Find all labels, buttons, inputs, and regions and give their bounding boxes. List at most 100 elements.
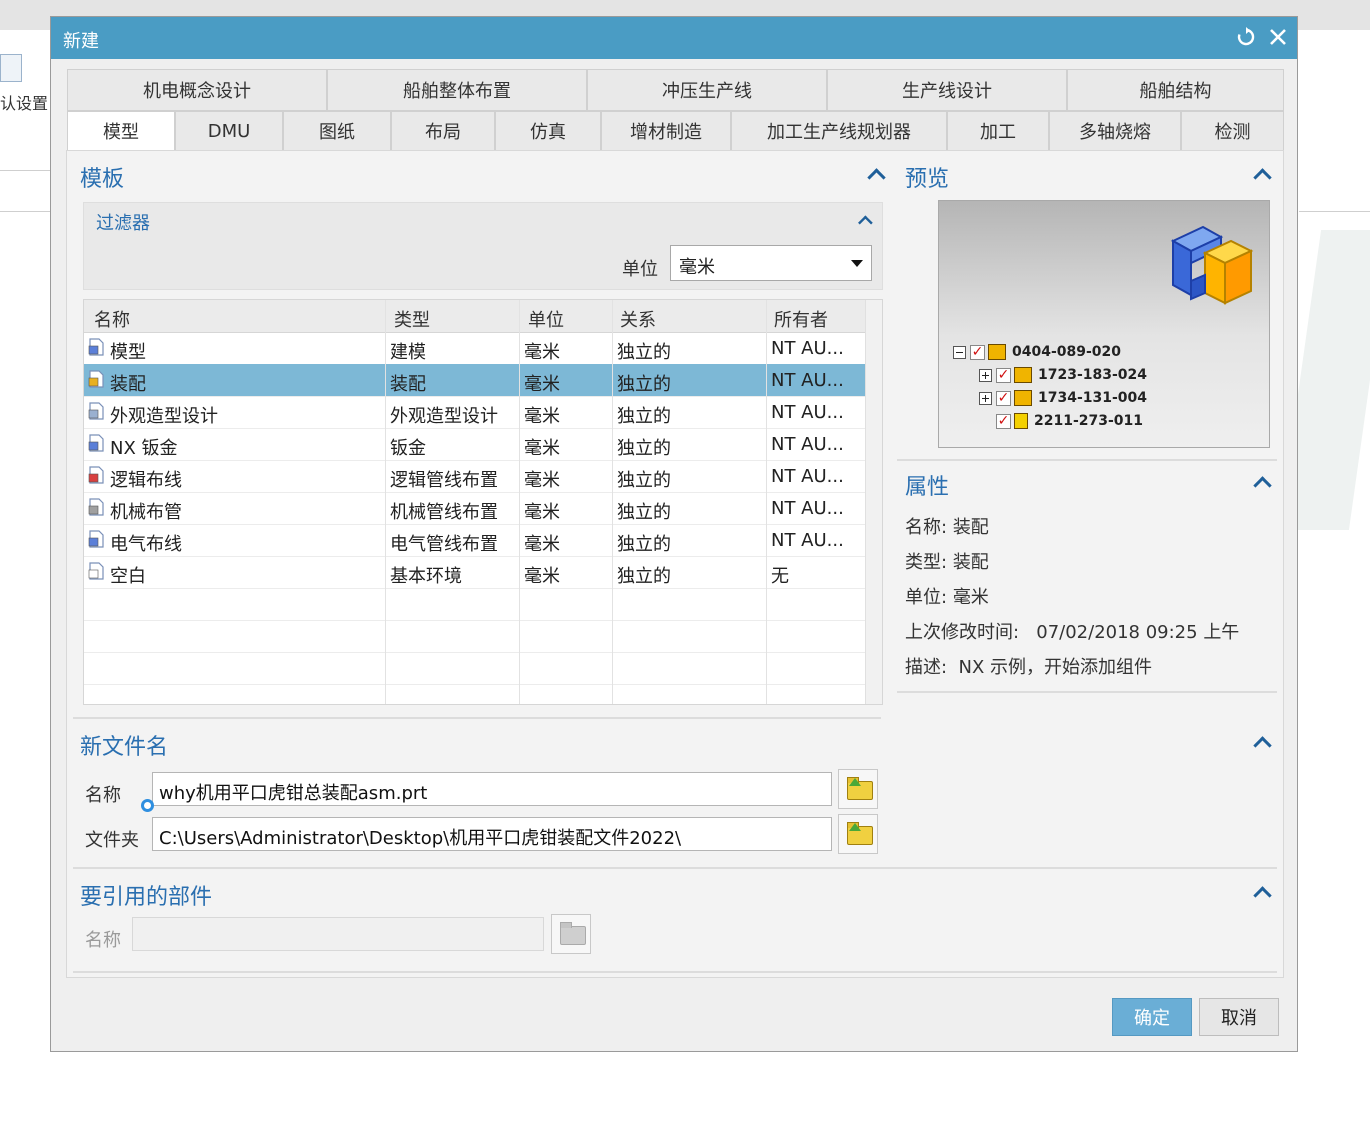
- new-filename-collapse-chevron-icon[interactable]: [1251, 731, 1273, 753]
- cell-name: 逻辑布线: [110, 470, 182, 491]
- property-name-label: 名称:: [905, 517, 948, 538]
- checkbox-icon[interactable]: ✓: [996, 390, 1011, 406]
- table-row[interactable]: 电气布线 电气管线布置 毫米 独立的 NT AU...: [84, 524, 866, 557]
- mechanical-routing-template-icon: [88, 498, 104, 516]
- tree-node-label: 1734-131-004: [1038, 390, 1148, 406]
- tab-multi-axis-deposition[interactable]: 多轴烧熔: [1049, 111, 1181, 151]
- tab-mechatronics[interactable]: 机电概念设计: [67, 69, 327, 111]
- checkbox-icon[interactable]: ✓: [996, 367, 1011, 383]
- tab-ship-structure[interactable]: 船舶结构: [1067, 69, 1284, 111]
- cell-relation: 独立的: [617, 374, 671, 395]
- filename-name-input[interactable]: why机用平口虎钳总装配asm.prt: [152, 772, 832, 806]
- property-description: 描述: NX 示例，开始添加组件: [905, 653, 1152, 679]
- tree-expand-icon[interactable]: [979, 368, 992, 382]
- table-scrollbar[interactable]: [865, 300, 882, 704]
- tree-node[interactable]: ✓ 1734-131-004: [953, 387, 1147, 410]
- background-settings-icon: [0, 54, 22, 82]
- background-divider: [1299, 211, 1370, 212]
- tab-line-design[interactable]: 生产线设计: [827, 69, 1067, 111]
- column-header-name[interactable]: 名称: [94, 306, 130, 332]
- tab-dmu[interactable]: DMU: [175, 111, 283, 151]
- cell-relation: 独立的: [617, 534, 671, 555]
- dialog-titlebar[interactable]: 新建: [51, 17, 1297, 59]
- referenced-part-collapse-chevron-icon[interactable]: [1251, 881, 1273, 903]
- cell-type: 基本环境: [390, 566, 462, 587]
- tab-model[interactable]: 模型: [67, 111, 175, 151]
- tab-machining-line-planner[interactable]: 加工生产线规划器: [731, 111, 947, 151]
- tab-additive-manufacturing[interactable]: 增材制造: [601, 111, 731, 151]
- folder-arrow-icon: [849, 823, 861, 831]
- assembly-template-icon: [88, 370, 104, 388]
- browse-name-button[interactable]: [838, 769, 878, 809]
- cell-type: 装配: [390, 374, 426, 395]
- property-description-value: NX 示例，开始添加组件: [958, 657, 1153, 678]
- table-row[interactable]: 模型 建模 毫米 独立的 NT AU...: [84, 332, 866, 365]
- tree-node[interactable]: ✓ 2211-273-011: [953, 410, 1147, 433]
- column-header-unit[interactable]: 单位: [528, 306, 564, 332]
- filter-unit-label: 单位: [622, 259, 658, 280]
- template-collapse-chevron-icon[interactable]: [865, 163, 887, 185]
- cell-relation: 独立的: [617, 502, 671, 523]
- filename-folder-label: 文件夹: [85, 830, 139, 851]
- tree-node[interactable]: ✓ 0404-089-020: [953, 341, 1147, 364]
- checkbox-icon[interactable]: ✓: [970, 344, 985, 360]
- close-icon[interactable]: [1267, 23, 1289, 51]
- browse-folder-button[interactable]: [838, 814, 878, 854]
- tab-inspection[interactable]: 检测: [1181, 111, 1284, 151]
- properties-collapse-chevron-icon[interactable]: [1251, 471, 1273, 493]
- column-header-type[interactable]: 类型: [394, 306, 430, 332]
- unit-select[interactable]: 毫米: [670, 245, 872, 281]
- cell-name: 外观造型设计: [110, 406, 218, 427]
- cell-unit: 毫米: [524, 502, 560, 523]
- template-section-title: 模板: [80, 167, 125, 192]
- tree-collapse-icon[interactable]: [953, 345, 966, 359]
- referenced-part-name-input[interactable]: [132, 917, 544, 951]
- tab-ship-general-arrangement[interactable]: 船舶整体布置: [327, 69, 587, 111]
- folder-open-icon: [560, 922, 586, 945]
- tab-drawing[interactable]: 图纸: [283, 111, 391, 151]
- table-row[interactable]: 装配 装配 毫米 独立的 NT AU...: [84, 364, 866, 397]
- cell-owner: NT AU...: [771, 498, 844, 519]
- cell-name: 装配: [110, 374, 146, 395]
- table-row: [84, 620, 866, 653]
- table-row[interactable]: NX 钣金 钣金 毫米 独立的 NT AU...: [84, 428, 866, 461]
- tab-layout[interactable]: 布局: [391, 111, 495, 151]
- cell-relation: 独立的: [617, 438, 671, 459]
- assembly-icon: [1014, 390, 1032, 406]
- property-unit-label: 单位:: [905, 587, 948, 608]
- property-unit-value: 毫米: [952, 587, 989, 608]
- column-divider: [385, 300, 386, 704]
- cell-relation: 独立的: [617, 342, 671, 363]
- cell-name: 空白: [110, 566, 146, 587]
- table-row[interactable]: 空白 基本环境 毫米 独立的 无: [84, 556, 866, 589]
- cell-type: 钣金: [390, 438, 426, 459]
- properties-section-title: 属性: [905, 475, 950, 500]
- column-header-relation[interactable]: 关系: [620, 306, 656, 332]
- checkbox-icon[interactable]: ✓: [996, 413, 1011, 429]
- table-row[interactable]: 逻辑布线 逻辑管线布置 毫米 独立的 NT AU...: [84, 460, 866, 493]
- browse-referenced-part-button[interactable]: [551, 914, 591, 954]
- tab-press-line[interactable]: 冲压生产线: [587, 69, 827, 111]
- table-row[interactable]: 外观造型设计 外观造型设计 毫米 独立的 NT AU...: [84, 396, 866, 429]
- section-divider: [897, 691, 1277, 693]
- blank-template-icon: [88, 562, 104, 580]
- column-header-owner[interactable]: 所有者: [774, 306, 828, 332]
- section-divider: [73, 717, 881, 719]
- preview-panel: ✓ 0404-089-020 ✓ 1723-183-024 ✓ 1734-131-00…: [938, 200, 1270, 448]
- ok-button[interactable]: 确定: [1112, 998, 1192, 1036]
- property-unit: 单位: 毫米: [905, 583, 989, 609]
- table-row[interactable]: 机械布管 机械管线布置 毫米 独立的 NT AU...: [84, 492, 866, 525]
- cell-type: 外观造型设计: [390, 406, 498, 427]
- cell-unit: 毫米: [524, 374, 560, 395]
- preview-collapse-chevron-icon[interactable]: [1251, 163, 1273, 185]
- tree-expand-icon[interactable]: [979, 391, 992, 405]
- cell-unit: 毫米: [524, 438, 560, 459]
- cancel-button[interactable]: 取消: [1199, 998, 1279, 1036]
- filter-collapse-chevron-icon[interactable]: [856, 211, 874, 229]
- tab-manufacturing[interactable]: 加工: [947, 111, 1049, 151]
- refresh-icon[interactable]: [1235, 23, 1257, 51]
- tree-node[interactable]: ✓ 1723-183-024: [953, 364, 1147, 387]
- cell-type: 机械管线布置: [390, 502, 498, 523]
- folder-path-input[interactable]: C:\Users\Administrator\Desktop\机用平口虎钳装配文…: [152, 817, 832, 851]
- tab-simulation[interactable]: 仿真: [495, 111, 601, 151]
